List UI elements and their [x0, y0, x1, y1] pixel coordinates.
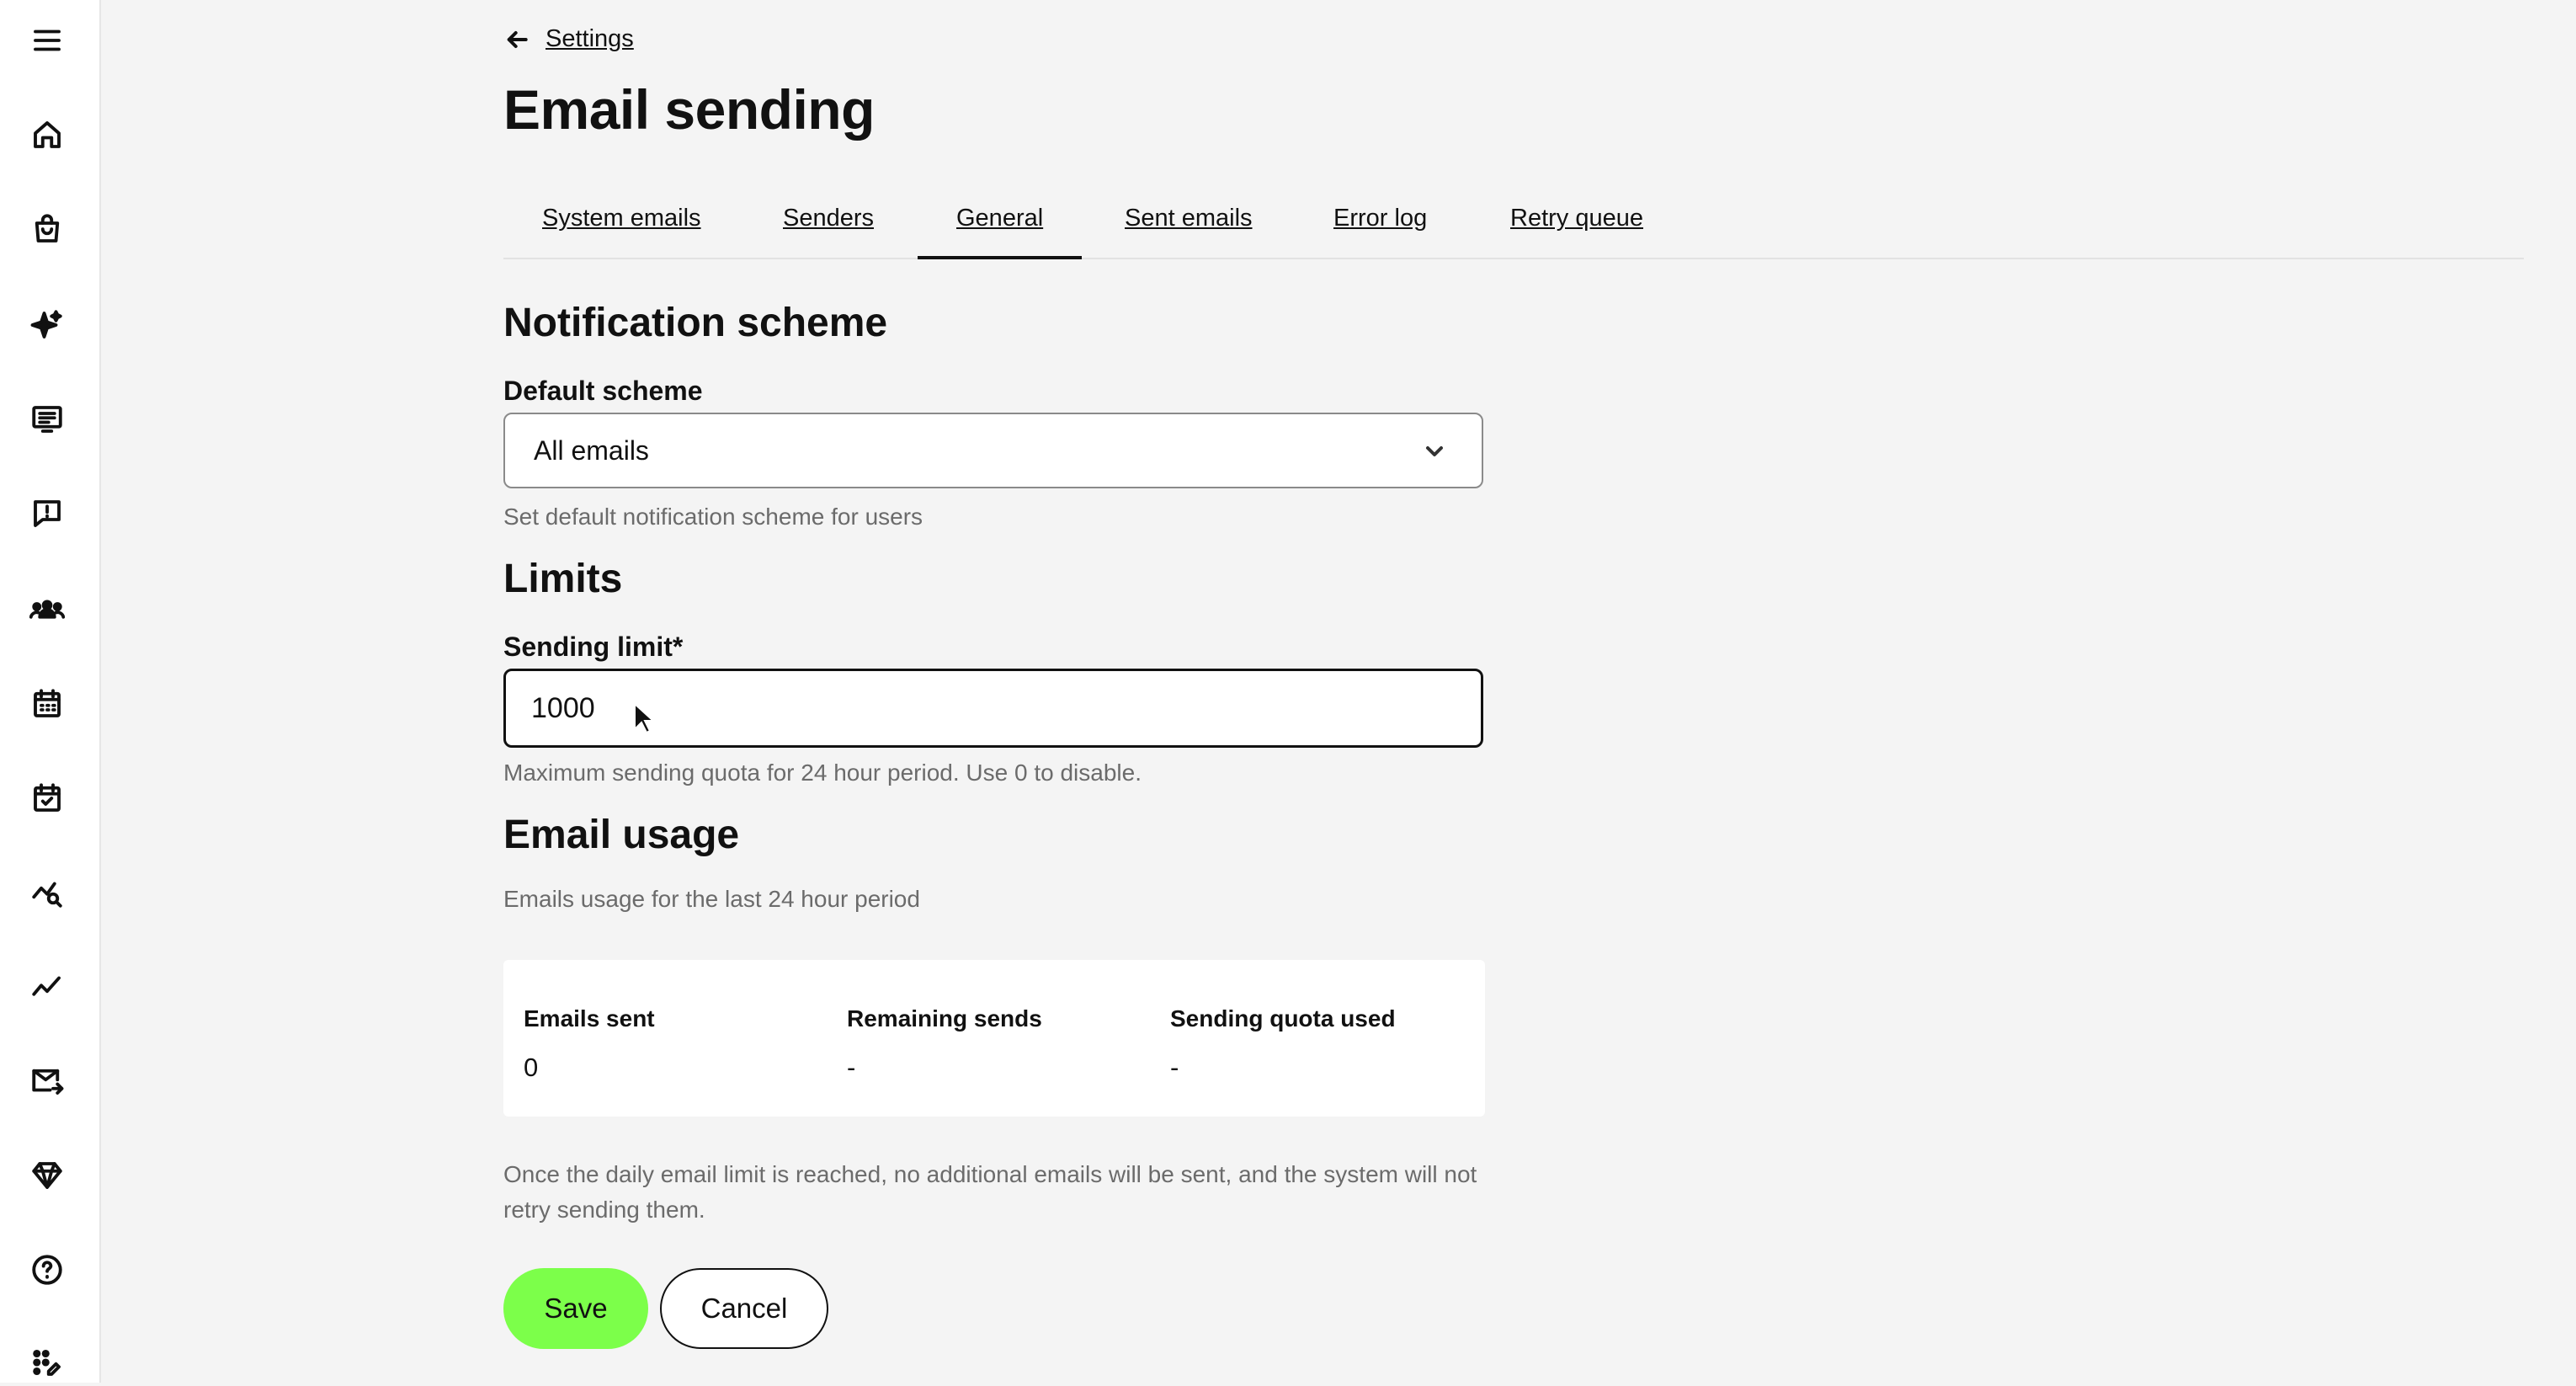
tab-sent-emails[interactable]: Sent emails — [1123, 194, 1254, 258]
sidebar — [0, 0, 101, 1383]
default-scheme-hint: Set default notification scheme for user… — [503, 504, 923, 530]
default-scheme-label: Default scheme — [503, 376, 703, 406]
tab-general[interactable]: General — [917, 194, 1083, 259]
breadcrumb-back-link[interactable]: Settings — [503, 25, 634, 53]
page-title: Email sending — [503, 78, 875, 141]
trend-line-icon[interactable] — [24, 963, 71, 1010]
shopping-bag-icon[interactable] — [24, 205, 71, 253]
stat-value: - — [1170, 1053, 1179, 1082]
apps-grid-icon[interactable] — [24, 1339, 71, 1386]
sending-limit-label-text: Sending limit — [503, 632, 673, 662]
calendar-check-icon[interactable] — [24, 775, 71, 822]
tab-system-emails[interactable]: System emails — [540, 194, 703, 258]
calendar-icon[interactable] — [24, 680, 71, 728]
chevron-down-icon — [1421, 438, 1448, 465]
notification-scheme-heading: Notification scheme — [503, 301, 888, 345]
mouse-cursor-icon — [634, 702, 655, 734]
tab-retry-queue[interactable]: Retry queue — [1509, 194, 1645, 258]
stat-emails-sent: Emails sent 0 — [524, 1005, 655, 1083]
gem-icon[interactable] — [24, 1152, 71, 1199]
tab-bar: System emails Senders General Sent email… — [503, 194, 2524, 259]
daily-limit-note: Once the daily email limit is reached, n… — [503, 1161, 1477, 1223]
limits-heading: Limits — [503, 557, 623, 601]
stat-remaining-sends: Remaining sends - — [847, 1005, 1042, 1083]
users-icon[interactable] — [24, 586, 71, 633]
stat-value: 0 — [524, 1053, 539, 1082]
sending-limit-label: Sending limit* — [503, 632, 683, 663]
default-scheme-select[interactable]: All emails — [503, 413, 1483, 488]
home-icon[interactable] — [24, 111, 71, 158]
breadcrumb-settings-label: Settings — [546, 25, 634, 52]
tab-senders[interactable]: Senders — [781, 194, 876, 258]
stat-sending-quota-used: Sending quota used - — [1170, 1005, 1396, 1083]
sending-limit-hint: Maximum sending quota for 24 hour period… — [503, 760, 1142, 786]
help-icon[interactable] — [24, 1246, 71, 1293]
email-usage-card: Emails sent 0 Remaining sends - Sending … — [503, 960, 1485, 1117]
message-list-icon[interactable] — [24, 396, 71, 443]
chart-search-icon[interactable] — [24, 869, 71, 916]
stat-value: - — [847, 1053, 856, 1082]
save-button[interactable]: Save — [503, 1268, 648, 1349]
cancel-button[interactable]: Cancel — [660, 1268, 828, 1349]
menu-icon[interactable] — [24, 17, 71, 64]
stat-label: Sending quota used — [1170, 1005, 1396, 1032]
tab-error-log[interactable]: Error log — [1332, 194, 1429, 258]
mail-send-icon[interactable] — [24, 1058, 71, 1105]
email-usage-heading: Email usage — [503, 813, 740, 857]
alert-message-icon[interactable] — [24, 490, 71, 537]
required-mark: * — [672, 632, 684, 662]
default-scheme-value: All emails — [534, 434, 649, 466]
stat-label: Emails sent — [524, 1005, 655, 1032]
sparkles-icon[interactable] — [24, 301, 71, 349]
email-usage-subtitle: Emails usage for the last 24 hour period — [503, 886, 920, 912]
arrow-left-icon — [507, 30, 528, 48]
stat-label: Remaining sends — [847, 1005, 1042, 1032]
